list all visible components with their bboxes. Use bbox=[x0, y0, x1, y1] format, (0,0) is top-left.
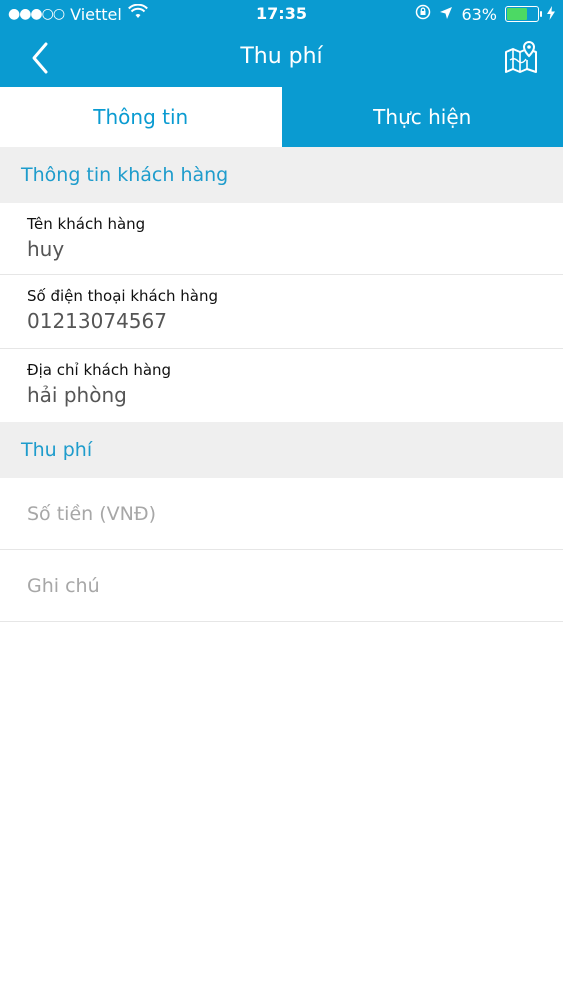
customer-phone-value: 01213074567 bbox=[27, 309, 167, 333]
battery-icon bbox=[505, 6, 542, 22]
charging-bolt-icon bbox=[547, 5, 555, 24]
page-title: Thu phí bbox=[240, 44, 323, 69]
customer-address-row: Địa chỉ khách hàng hải phòng bbox=[0, 349, 563, 422]
customer-name-label: Tên khách hàng bbox=[27, 215, 146, 233]
tab-info[interactable]: Thông tin bbox=[0, 87, 282, 147]
customer-address-label: Địa chỉ khách hàng bbox=[27, 361, 172, 379]
map-button[interactable] bbox=[503, 40, 539, 76]
top-bar: ●●●○○ Viettel 17:35 63% Thu phí bbox=[0, 0, 563, 87]
battery-fill bbox=[507, 8, 528, 20]
note-input[interactable] bbox=[27, 570, 527, 602]
location-arrow-icon bbox=[439, 5, 453, 24]
map-pin-icon bbox=[505, 40, 537, 73]
tab-bar: Thông tin Thực hiện bbox=[0, 87, 563, 147]
status-bar: ●●●○○ Viettel 17:35 63% bbox=[0, 0, 563, 28]
customer-phone-row: Số điện thoại khách hàng 01213074567 bbox=[0, 275, 563, 349]
status-right: 63% bbox=[415, 4, 555, 24]
battery-percent: 63% bbox=[461, 4, 497, 24]
section-header-fee: Thu phí bbox=[0, 422, 563, 478]
note-row bbox=[0, 550, 563, 622]
customer-name-value: huy bbox=[27, 237, 65, 261]
customer-address-value: hải phòng bbox=[27, 383, 127, 407]
tab-execute[interactable]: Thực hiện bbox=[281, 87, 563, 147]
rotation-lock-icon bbox=[415, 4, 431, 24]
section-header-customer-info: Thông tin khách hàng bbox=[0, 147, 563, 203]
customer-name-row: Tên khách hàng huy bbox=[0, 203, 563, 275]
amount-row bbox=[0, 478, 563, 550]
customer-phone-label: Số điện thoại khách hàng bbox=[27, 287, 218, 305]
amount-input[interactable] bbox=[27, 498, 527, 530]
nav-bar: Thu phí bbox=[0, 28, 563, 87]
